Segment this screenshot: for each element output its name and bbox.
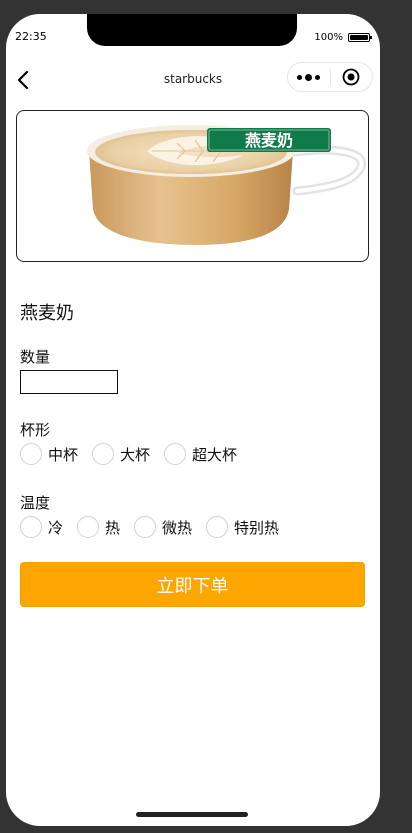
temperature-option-warm[interactable]: 微热	[134, 516, 192, 538]
radio-button[interactable]	[20, 443, 42, 465]
temperature-option-label: 热	[105, 518, 121, 537]
cup-size-options: 中杯 大杯 超大杯	[20, 441, 251, 467]
cup-size-option-label: 超大杯	[192, 445, 238, 464]
product-image-badge: 燕麦奶	[245, 131, 293, 150]
cup-size-label: 杯形	[20, 421, 51, 439]
radio-button[interactable]	[134, 516, 157, 538]
navigation-bar: starbucks	[6, 62, 380, 98]
temperature-option-label: 特别热	[234, 518, 280, 537]
temperature-option-hot[interactable]: 热	[77, 516, 120, 538]
radio-button[interactable]	[164, 443, 187, 465]
cup-size-option-medium[interactable]: 中杯	[20, 443, 78, 465]
home-indicator	[136, 812, 248, 817]
battery-icon	[348, 33, 372, 42]
cup-size-option-label: 大杯	[120, 445, 151, 464]
product-image: 燕麦奶	[87, 125, 367, 245]
temperature-option-label: 微热	[162, 518, 193, 537]
radio-button[interactable]	[20, 516, 42, 538]
order-now-button[interactable]: 立即下单	[20, 562, 365, 607]
cup-size-option-label: 中杯	[48, 445, 79, 464]
more-dot-icon	[315, 74, 321, 80]
battery-percent: 100%	[314, 32, 343, 43]
status-time: 22:35	[15, 30, 47, 43]
mini-program-capsule	[287, 62, 373, 92]
more-dot-icon	[305, 73, 313, 81]
notch	[87, 14, 297, 46]
temperature-label: 温度	[20, 494, 51, 512]
temperature-options: 冷 热 微热 特别热	[20, 514, 293, 540]
target-icon	[342, 68, 360, 86]
cup-size-option-extra-large[interactable]: 超大杯	[164, 443, 237, 465]
temperature-option-label: 冷	[48, 518, 64, 537]
product-name: 燕麦奶	[20, 303, 74, 324]
temperature-option-cold[interactable]: 冷	[20, 516, 63, 538]
cup-size-option-large[interactable]: 大杯	[92, 443, 150, 465]
more-dot-icon	[297, 74, 303, 80]
radio-button[interactable]	[92, 443, 115, 465]
phone-screen: 22:35 100% starbucks 燕麦奶 燕麦奶 数量 杯形 中杯 大杯…	[6, 14, 380, 826]
status-indicators: 100%	[314, 32, 372, 43]
quantity-label: 数量	[20, 348, 51, 366]
close-mini-program-button[interactable]	[330, 63, 372, 91]
quantity-input[interactable]	[20, 370, 118, 394]
product-image-frame: 燕麦奶	[16, 110, 369, 262]
radio-button[interactable]	[206, 516, 229, 538]
temperature-option-extra-hot[interactable]: 特别热	[206, 516, 279, 538]
more-button[interactable]	[288, 63, 330, 91]
radio-button[interactable]	[77, 516, 100, 538]
battery-fill	[350, 35, 368, 40]
